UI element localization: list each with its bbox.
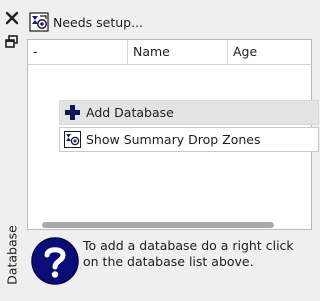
add-database-label: Add Database — [86, 105, 174, 120]
horizontal-scrollbar[interactable] — [42, 222, 274, 228]
column-header-indicator[interactable]: - — [28, 40, 128, 64]
question-mark-icon — [31, 237, 79, 285]
needs-setup-label: Needs setup... — [53, 14, 144, 30]
drop-zones-icon — [64, 131, 81, 148]
database-list[interactable]: - Name Age Add Database Show Summary Dro… — [27, 39, 319, 230]
needs-setup-button[interactable]: Needs setup... — [29, 10, 143, 34]
tab-database-label: Database — [4, 225, 20, 285]
setup-wizard-icon — [29, 12, 49, 32]
show-summary-drop-zones-button[interactable]: Show Summary Drop Zones — [59, 127, 319, 152]
hint-text: To add a database do a right click on th… — [83, 238, 294, 269]
dock-sidebar: Database — [0, 0, 24, 301]
plus-icon — [65, 105, 80, 120]
add-database-button[interactable]: Add Database — [59, 100, 319, 125]
list-header: - Name Age — [28, 40, 311, 65]
close-icon[interactable] — [4, 10, 20, 26]
hint-panel: To add a database do a right click on th… — [27, 236, 308, 296]
float-window-icon[interactable] — [5, 35, 18, 48]
show-summary-drop-zones-label: Show Summary Drop Zones — [86, 132, 261, 147]
tab-database[interactable]: Database — [0, 222, 24, 288]
column-header-name[interactable]: Name — [128, 40, 228, 64]
column-header-age[interactable]: Age — [228, 40, 318, 64]
